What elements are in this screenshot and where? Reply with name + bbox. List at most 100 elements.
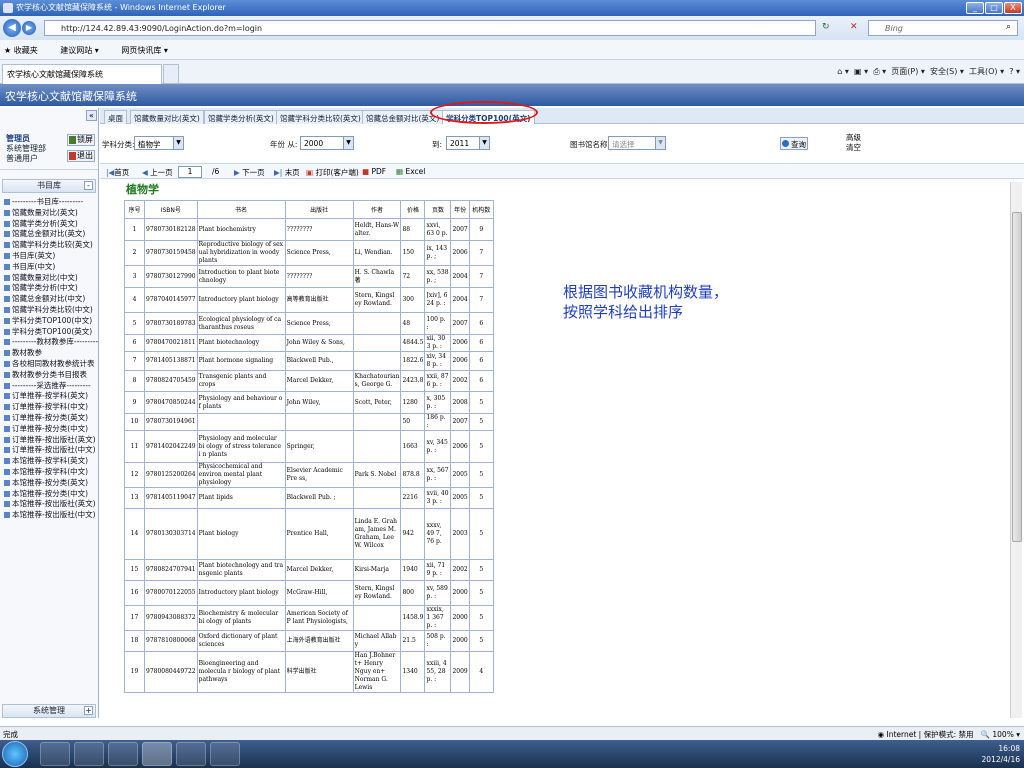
expand-panel-icon[interactable]: + <box>84 706 93 715</box>
last-page-button[interactable]: ▶| 末页 <box>274 167 300 178</box>
sidebar-item[interactable]: 订单推荐-按出版社(中文) <box>4 445 98 456</box>
search-input[interactable]: Bing <box>868 20 1018 36</box>
table-row[interactable]: 10 9780730194961 50 186 p. :2007 5 <box>124 413 494 431</box>
url-input[interactable]: http://124.42.89.43:9090/LoginAction.do?… <box>44 20 816 36</box>
table-row[interactable]: 14 9780130303714 Plant biology Prentice Hal… <box>124 508 494 560</box>
sidebar-item[interactable]: 教材教参 <box>4 348 98 359</box>
subject-select[interactable]: 植物学 ▼ <box>134 136 184 150</box>
sidebar-item[interactable]: 馆藏数量对比(英文) <box>4 208 98 219</box>
table-row[interactable]: 5 9780730189783 Ecological physiology of c… <box>124 312 494 335</box>
tab-desktop[interactable]: 桌面 <box>104 110 127 124</box>
clear-link[interactable]: 清空 <box>846 143 861 152</box>
refresh-icon[interactable]: ↻ <box>822 22 830 32</box>
zoom-level[interactable]: 100% <box>992 730 1013 739</box>
back-icon[interactable]: ◀ <box>3 19 21 37</box>
sidebar-item[interactable]: 各校相同教材教参统计表 <box>4 359 98 370</box>
table-row[interactable]: 6 9780470021811 Plant biotechnology John Wi… <box>124 334 494 352</box>
table-row[interactable]: 4 9787040145977 Introductory plant biology… <box>124 287 494 313</box>
search-icon[interactable]: ⌕ <box>1006 22 1011 32</box>
table-row[interactable]: 12 9780125200264 Physicochemical and envir… <box>124 462 494 488</box>
taskbar-ppt-icon[interactable] <box>176 742 206 766</box>
query-button[interactable]: 查询 <box>780 137 808 150</box>
stop-icon[interactable]: ✕ <box>850 22 858 32</box>
sidebar-item[interactable]: 馆藏学类分析(英文) <box>4 219 98 230</box>
collapse-sidebar-button[interactable]: « <box>86 110 97 121</box>
advanced-link[interactable]: 高级 <box>846 133 861 142</box>
table-row[interactable]: 15 9780824707941 Plant biotechnology and t… <box>124 559 494 581</box>
safety-menu[interactable]: 安全(S) ▾ <box>930 67 964 76</box>
sidebar-item[interactable]: 馆藏学科分类比较(英文) <box>4 240 98 251</box>
sidebar-item[interactable]: 订单推荐-按学科(英文) <box>4 391 98 402</box>
library-select[interactable]: 请选择 ▼ <box>608 136 666 150</box>
start-button[interactable] <box>2 741 28 767</box>
tab-count-compare-en[interactable]: 馆藏数量对比(英文) <box>130 110 204 124</box>
sidebar-item[interactable]: 书目库(中文) <box>4 262 98 273</box>
sidebar-item[interactable]: 订单推荐-按学科(中文) <box>4 402 98 413</box>
table-row[interactable]: 19 9780080449722 Bioengineering and molecu… <box>124 651 494 693</box>
new-tab-button[interactable] <box>163 64 179 84</box>
sidebar-item[interactable]: 订单推荐-按分类(英文) <box>4 413 98 424</box>
collapse-panel-icon[interactable]: - <box>84 181 93 190</box>
vertical-scrollbar[interactable] <box>1010 182 1022 718</box>
sidebar-item[interactable]: 本馆推荐-按学科(英文) <box>4 456 98 467</box>
year-from-select[interactable]: 2000 ▼ <box>300 136 354 150</box>
taskbar-folder-icon[interactable] <box>74 742 104 766</box>
sidebar-item[interactable]: ---------教材教参库--------- <box>4 337 98 348</box>
table-row[interactable]: 13 9781405119047 Plant lipids Blackwell Pub… <box>124 487 494 509</box>
print-button[interactable]: ▣ 打印(客户端) <box>306 167 359 178</box>
tab-subject-compare-en[interactable]: 馆藏学科分类比较(英文) <box>276 110 365 124</box>
system-clock[interactable]: 16:08 2012/4/16 <box>982 743 1020 765</box>
table-row[interactable]: 7 9781405138871 Plant hormone signaling Bla… <box>124 351 494 371</box>
sidebar-item[interactable]: 馆藏数量对比(中文) <box>4 273 98 284</box>
panel-header-bibliography[interactable]: 书目库 - <box>2 179 96 193</box>
logout-button[interactable]: 退出 <box>67 150 95 162</box>
table-row[interactable]: 17 9780943088372 Biochemistry & molecular … <box>124 605 494 631</box>
first-page-button[interactable]: |◀首页 <box>106 167 129 178</box>
excel-button[interactable]: ▦ Excel <box>396 167 425 176</box>
sidebar-item[interactable]: 书目库(英文) <box>4 251 98 262</box>
table-row[interactable]: 3 9780730127990 Introduction to plant biot… <box>124 265 494 288</box>
scrollbar-thumb[interactable] <box>1012 212 1022 542</box>
sidebar-item[interactable]: 馆藏总金额对比(英文) <box>4 229 98 240</box>
taskbar-app-icon[interactable] <box>108 742 138 766</box>
sidebar-item[interactable]: 本馆推荐-按出版社(中文) <box>4 510 98 521</box>
web-slice-link[interactable]: 网页快讯库 ▾ <box>121 46 178 55</box>
sidebar-item[interactable]: 馆藏学科分类比较(中文) <box>4 305 98 316</box>
prev-page-button[interactable]: ◀ 上一页 <box>142 167 173 178</box>
print-icon[interactable]: ⎙ ▾ <box>873 67 886 76</box>
minimize-button[interactable]: _ <box>966 2 984 14</box>
home-icon[interactable]: ⌂ ▾ <box>837 67 849 76</box>
sidebar-item[interactable]: 订单推荐-按分类(中文) <box>4 424 98 435</box>
taskbar-ie-icon[interactable] <box>142 742 172 766</box>
year-to-select[interactable]: 2011 ▼ <box>446 136 490 150</box>
sidebar-item[interactable]: 订单推荐-按出版社(英文) <box>4 435 98 446</box>
feeds-icon[interactable]: ▣ ▾ <box>854 67 868 76</box>
sidebar-item[interactable]: 本馆推荐-按出版社(英文) <box>4 499 98 510</box>
lock-screen-button[interactable]: 锁屏 <box>67 134 95 146</box>
sidebar-item[interactable]: 本馆推荐-按分类(英文) <box>4 478 98 489</box>
page-menu[interactable]: 页面(P) ▾ <box>891 67 925 76</box>
favorites-button[interactable]: ★ 收藏夹 <box>4 46 48 55</box>
browser-tab[interactable]: 农学核心文献馆藏保障系统 <box>2 64 162 84</box>
sidebar-item[interactable]: 馆藏总金额对比(中文) <box>4 294 98 305</box>
table-row[interactable]: 16 9780070122055 Introductory plant biolog… <box>124 580 494 606</box>
sidebar-item[interactable]: 学科分类TOP100(中文) <box>4 316 98 327</box>
sidebar-item[interactable]: 本馆推荐-按分类(中文) <box>4 489 98 500</box>
taskbar-media-icon[interactable] <box>40 742 70 766</box>
next-page-button[interactable]: ▶ 下一页 <box>234 167 265 178</box>
suggested-sites-link[interactable]: 建议网站 ▾ <box>60 46 109 55</box>
sidebar-item[interactable]: 学科分类TOP100(英文) <box>4 327 98 338</box>
tab-category-analysis-en[interactable]: 馆藏学类分析(英文) <box>204 110 278 124</box>
sidebar-item[interactable]: 教材教参分类书目报表 <box>4 370 98 381</box>
table-row[interactable]: 18 9787810800068 Oxford dictionary of plan… <box>124 630 494 652</box>
forward-icon[interactable]: ▶ <box>22 21 36 35</box>
pdf-button[interactable]: ■ PDF <box>362 167 386 176</box>
sidebar-item[interactable]: 馆藏学类分析(中文) <box>4 283 98 294</box>
table-row[interactable]: 1 9780730182128 Plant biochemistry????????… <box>124 218 494 241</box>
sidebar-item[interactable]: 本馆推荐-按学科(中文) <box>4 467 98 478</box>
sidebar-item[interactable]: ---------采选推荐--------- <box>4 381 98 392</box>
page-number-input[interactable]: 1 <box>178 166 202 178</box>
table-row[interactable]: 11 9781402042249 Physiology and molecular … <box>124 430 494 463</box>
maximize-button[interactable]: □ <box>985 2 1003 14</box>
close-window-button[interactable]: X <box>1004 2 1022 14</box>
